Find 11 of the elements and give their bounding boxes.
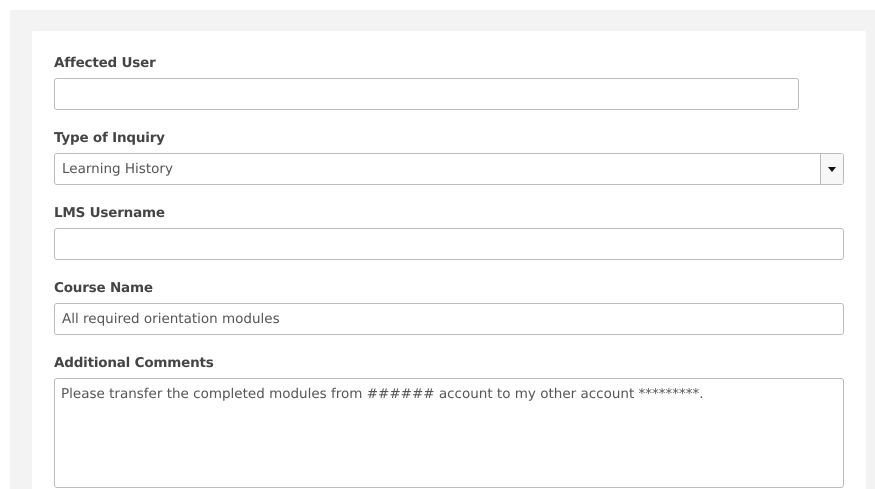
dropdown-field[interactable]: Learning History bbox=[54, 153, 844, 185]
field-label: Type of Inquiry bbox=[54, 129, 166, 147]
text-field[interactable] bbox=[54, 78, 799, 110]
text-field[interactable]: All required orientation modules bbox=[54, 303, 844, 335]
text-field[interactable] bbox=[54, 228, 844, 260]
field-label: LMS Username bbox=[54, 204, 166, 222]
comments-field[interactable]: Please transfer the completed modules from ###### account to my other account *********. bbox=[54, 378, 844, 488]
field-label: Affected User bbox=[54, 54, 157, 72]
field-label: Course Name bbox=[54, 279, 154, 297]
caret-down-icon bbox=[828, 166, 836, 172]
field-label: Additional Comments bbox=[54, 354, 215, 372]
